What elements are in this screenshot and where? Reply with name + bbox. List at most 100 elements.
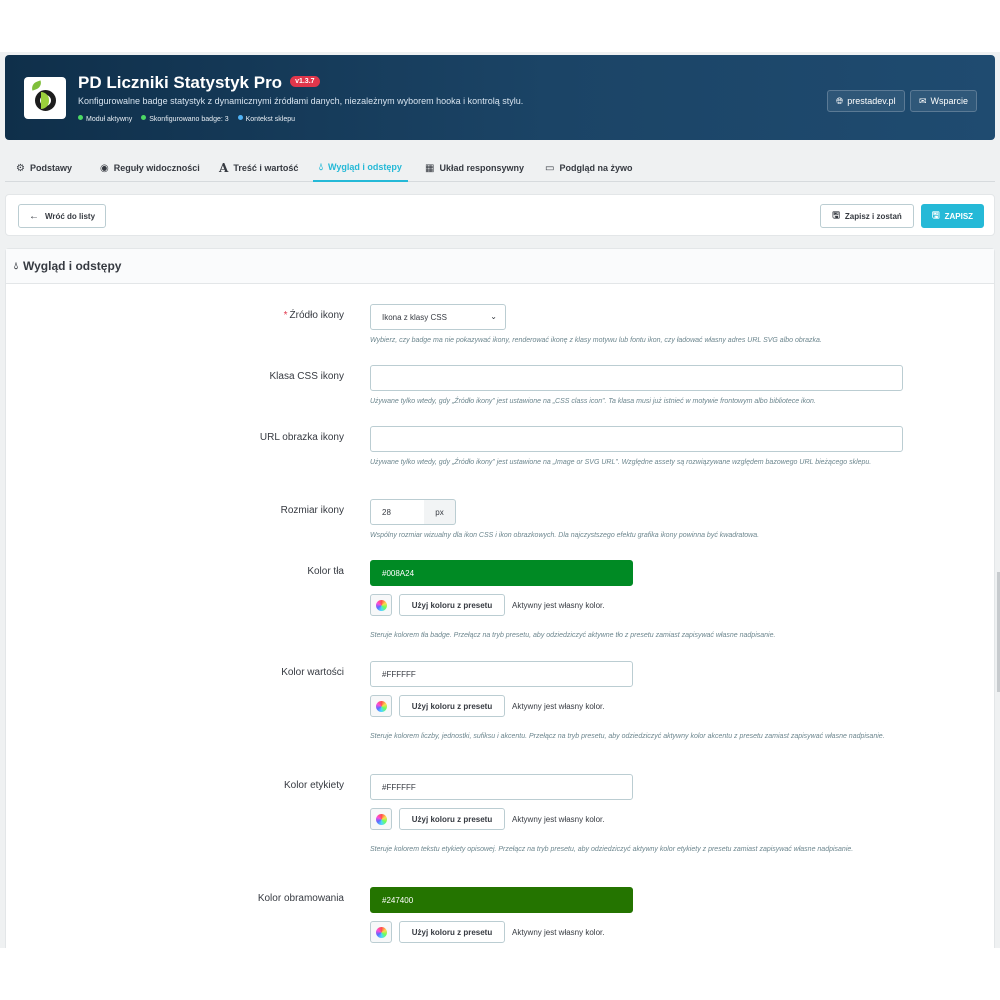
label-color-help: Steruje kolorem tekstu etykiety opisowej… (370, 846, 854, 853)
label-color-input[interactable]: #FFFFFF (370, 774, 633, 800)
border-color-label: Kolor obramowania (257, 893, 344, 904)
globe-icon: 🌐︎ (836, 95, 844, 106)
status-dot-icon (78, 115, 83, 120)
floppy-icon: 🖫︎ (931, 210, 940, 220)
color-wheel-icon (375, 813, 387, 825)
border-active-note: Aktywny jest własny kolor. (512, 928, 605, 937)
color-wheel-icon (375, 700, 387, 712)
image-url-label: URL obrazka ikony (259, 432, 344, 443)
module-title-text: PD Liczniki Statystyk Pro (78, 73, 283, 92)
value-color-help: Steruje kolorem liczby, jednostki, sufik… (370, 733, 885, 740)
tint-icon: 💧︎ (319, 161, 323, 173)
color-wheel-icon (375, 599, 387, 611)
label-active-note: Aktywny jest własny kolor. (512, 815, 605, 824)
icon-size-label: Rozmiar ikony (280, 505, 344, 516)
module-stats: Moduł aktywny Skonfigurowano badge: 3 Ko… (78, 115, 302, 123)
save-button[interactable]: 🖫︎ ZAPISZ (921, 204, 984, 228)
css-class-help: Używane tylko wtedy, gdy „Źródło ikony” … (370, 398, 816, 405)
image-url-help: Używane tylko wtedy, gdy „Źródło ikony” … (370, 459, 872, 466)
tab-label: Wygląd i odstępy (328, 162, 402, 172)
panel-title: Wygląd i odstępy (23, 259, 122, 273)
link-label: Wsparcie (930, 96, 969, 106)
cogs-icon: ⚙ (16, 162, 25, 174)
module-description: Konfigurowalne badge statystyk z dynamic… (78, 96, 524, 106)
module-title: PD Liczniki Statystyk Pro v1.3.7 (78, 73, 320, 93)
label-use-preset-button[interactable]: Użyj koloru z presetu (399, 808, 505, 830)
bg-color-label: Kolor tła (307, 566, 344, 577)
css-class-label: Klasa CSS ikony (269, 371, 344, 382)
value-color-label: Kolor wartości (281, 667, 344, 678)
stat-badges-configured: Skonfigurowano badge: 3 (141, 115, 229, 123)
color-picker-button[interactable] (370, 921, 392, 943)
button-label: Zapisz i zostań (844, 211, 902, 221)
value-use-preset-button[interactable]: Użyj koloru z presetu (399, 695, 505, 717)
form-toolbar: ← Wróć do listy 🖫︎ Zapisz i zostań 🖫︎ ZAPIS… (5, 194, 995, 236)
tab-responsive-layout[interactable]: ▦ Układ responsywny (425, 154, 524, 182)
icon-source-label: * Źródło ikony (284, 310, 344, 321)
module-config-page: PD Liczniki Statystyk Pro v1.3.7 Konfigur… (0, 52, 1000, 948)
select-value: Ikona z klasy CSS (382, 312, 447, 322)
chevron-down-icon: ⌄ (490, 312, 497, 321)
tab-label: Treść i wartość (233, 163, 299, 173)
tab-label: Podgląd na żywo (559, 163, 633, 173)
panel-heading: 💧︎ Wygląd i odstępy (6, 249, 994, 284)
prestadev-link-button[interactable]: 🌐︎ prestadev.pl (827, 90, 905, 112)
value-active-note: Aktywny jest własny kolor. (512, 702, 605, 711)
border-use-preset-button[interactable]: Użyj koloru z presetu (399, 921, 505, 943)
required-marker: * (283, 310, 288, 321)
tab-content-value[interactable]: A Treść i wartość (219, 154, 298, 182)
back-to-list-button[interactable]: ← Wróć do listy (18, 204, 106, 228)
stat-label: Skonfigurowano badge: 3 (149, 116, 229, 123)
version-badge: v1.3.7 (290, 76, 320, 88)
appearance-panel: 💧︎ Wygląd i odstępy * Źródło ikony Ikona z… (5, 248, 995, 948)
bg-color-input[interactable]: #008A24 (370, 560, 633, 586)
tab-appearance[interactable]: 💧︎ Wygląd i odstępy (313, 154, 408, 182)
stat-label: Moduł aktywny (86, 116, 133, 123)
image-url-input[interactable] (370, 426, 903, 452)
px-addon: px (424, 499, 456, 525)
icon-source-select[interactable]: Ikona z klasy CSS ⌄ (370, 304, 506, 330)
tab-label: Reguły widoczności (113, 163, 200, 173)
color-picker-button[interactable] (370, 594, 392, 616)
color-picker-button[interactable] (370, 808, 392, 830)
button-label: Wróć do listy (44, 211, 96, 221)
bg-active-note: Aktywny jest własny kolor. (512, 601, 605, 610)
floppy-icon: 🖫︎ (832, 210, 840, 220)
status-dot-icon (237, 115, 243, 120)
label-color-label: Kolor etykiety (283, 780, 344, 791)
support-link-button[interactable]: ✉ Wsparcie (910, 90, 978, 112)
eye-icon: ◉ (100, 162, 109, 174)
bg-use-preset-button[interactable]: Użyj koloru z presetu (399, 594, 505, 616)
tint-icon: 💧︎ (14, 260, 18, 272)
tab-visibility-rules[interactable]: ◉ Reguły widoczności (100, 154, 200, 182)
color-picker-button[interactable] (370, 695, 392, 717)
tab-label: Układ responsywny (439, 163, 524, 173)
monitor-icon: ▭ (545, 162, 555, 174)
font-icon: A (219, 161, 229, 175)
button-label: ZAPISZ (944, 211, 974, 221)
label-text: Źródło ikony (289, 310, 344, 321)
save-and-stay-button[interactable]: 🖫︎ Zapisz i zostań (820, 204, 914, 228)
icon-size-help: Wspólny rozmiar wizualny dla ikon CSS i … (370, 532, 760, 539)
stat-shop-context: Kontekst sklepu (237, 115, 296, 123)
border-color-input[interactable]: #247400 (370, 887, 633, 913)
css-class-input[interactable] (370, 365, 903, 391)
bg-color-help: Steruje kolorem tła badge. Przełącz na t… (370, 632, 776, 639)
status-dot-icon (141, 115, 147, 120)
grid-icon: ▦ (425, 162, 435, 174)
module-header: PD Liczniki Statystyk Pro v1.3.7 Konfigur… (5, 55, 995, 140)
tab-live-preview[interactable]: ▭ Podgląd na żywo (545, 154, 632, 182)
icon-source-help: Wybierz, czy badge ma nie pokazywać ikon… (370, 337, 822, 344)
config-tabs: ⚙ Podstawy ◉ Reguły widoczności A Treść i w… (5, 154, 995, 182)
stat-module-active: Moduł aktywny (78, 115, 133, 123)
tab-label: Podstawy (29, 163, 72, 173)
link-label: prestadev.pl (847, 96, 896, 106)
stat-label: Kontekst sklepu (245, 116, 296, 123)
value-color-input[interactable]: #FFFFFF (370, 661, 633, 687)
icon-size-input[interactable]: 28 (370, 499, 425, 525)
tab-basics[interactable]: ⚙ Podstawy (16, 154, 72, 182)
envelope-icon: ✉ (919, 95, 927, 106)
color-wheel-icon (375, 926, 387, 938)
module-logo (24, 77, 66, 119)
arrow-left-icon: ← (28, 210, 39, 222)
